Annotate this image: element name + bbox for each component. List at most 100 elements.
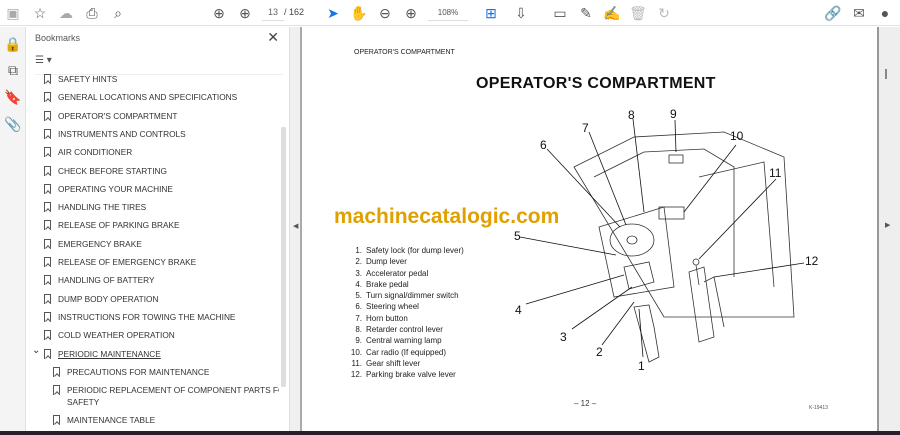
hand-tool-icon[interactable]: ✋ xyxy=(350,4,368,22)
bookmark-item[interactable]: AIR CONDITIONER xyxy=(27,143,277,161)
document-page: OPERATOR'S COMPARTMENT OPERATOR'S COMPAR… xyxy=(304,27,877,431)
account-icon[interactable]: ● xyxy=(876,4,894,22)
bookmark-label: HANDLING OF BATTERY xyxy=(58,275,155,286)
bookmark-label: PRECAUTIONS FOR MAINTENANCE xyxy=(67,366,210,377)
panel-scrollbar[interactable] xyxy=(281,127,286,387)
bookmark-item[interactable]: HANDLING OF BATTERY xyxy=(27,271,277,289)
comment-icon[interactable]: ▭ xyxy=(551,4,569,22)
part-number: 2. xyxy=(355,257,362,267)
search-icon[interactable]: ⌕ xyxy=(109,4,127,22)
bookmark-item[interactable]: PRECAUTIONS FOR MAINTENANCE xyxy=(27,363,277,381)
part-number: 12. xyxy=(350,370,362,380)
bookmark-icon xyxy=(44,311,51,322)
part-number: 5. xyxy=(355,291,362,301)
bookmark-label: SAFETY xyxy=(67,397,100,408)
part-name: Accelerator pedal xyxy=(366,268,429,278)
collapse-chevron-icon[interactable]: ⌄ xyxy=(32,342,40,360)
scroll-mode-icon[interactable]: ⇩ xyxy=(512,4,530,22)
part-item: 5. Turn signal/dimmer switch xyxy=(334,290,464,301)
bookmark-icon xyxy=(44,74,51,84)
part-name: Dump lever xyxy=(366,257,407,267)
part-name: Safety lock (for dump lever) xyxy=(366,246,464,255)
bookmark-item[interactable]: EMERGENCY BRAKE xyxy=(27,235,277,253)
redo-icon[interactable]: ↻ xyxy=(655,4,673,22)
part-item: 3. Accelerator pedal xyxy=(334,268,464,279)
part-number: 10. xyxy=(350,347,362,357)
total-pages: / 162 xyxy=(284,7,305,17)
next-page-icon[interactable]: ⊕ xyxy=(236,4,254,22)
bookmark-item[interactable]: RELEASE OF PARKING BRAKE xyxy=(27,216,277,234)
close-icon[interactable]: ✕ xyxy=(267,29,279,46)
bookmark-item[interactable]: GENERAL LOCATIONS AND SPECIFICATIONS xyxy=(27,88,277,106)
bookmark-icon xyxy=(44,348,51,359)
cloud-upload-icon[interactable]: ☁ xyxy=(57,4,75,22)
bookmark-item[interactable]: SAFETY HINTS xyxy=(27,72,277,88)
part-number: 11. xyxy=(351,358,362,368)
part-item: 10. Car radio (If equipped) xyxy=(334,347,464,358)
part-item: 9. Central warning lamp xyxy=(334,335,464,346)
page-number-input[interactable]: 13 xyxy=(262,4,284,21)
taskbar-strip xyxy=(0,431,900,435)
bookmark-item[interactable]: HANDLING THE TIRES xyxy=(27,198,277,216)
bookmark-icon xyxy=(44,293,51,304)
bookmark-item[interactable]: INSTRUCTIONS FOR TOWING THE MACHINE xyxy=(27,308,277,326)
bookmark-label: HANDLING THE TIRES xyxy=(58,202,147,213)
callout-10: 10 xyxy=(730,129,744,143)
bookmark-label: CHECK BEFORE STARTING xyxy=(58,165,167,176)
zoom-select[interactable]: 108% xyxy=(428,4,468,21)
bookmark-item[interactable]: MAINTENANCE TABLE xyxy=(27,411,277,429)
share-link-icon[interactable]: 🔗 xyxy=(824,4,842,22)
delete-icon[interactable]: 🗑 xyxy=(629,4,647,22)
bookmark-icon xyxy=(44,202,51,213)
bookmark-item[interactable]: RELEASE OF EMERGENCY BRAKE xyxy=(27,253,277,271)
bookmark-item[interactable]: PERIODIC REPLACEMENT OF COMPONENT PARTS … xyxy=(27,381,279,407)
collapse-arrow-icon[interactable]: ◀ xyxy=(293,222,298,230)
lock-icon[interactable]: 🔒 xyxy=(4,35,22,53)
part-number: 9. xyxy=(355,336,362,346)
fit-page-icon[interactable]: ⊞ xyxy=(482,4,500,22)
highlight-pen-icon[interactable]: ✎ xyxy=(577,4,595,22)
part-name: Central warning lamp xyxy=(366,336,442,346)
sign-icon[interactable]: ✍ xyxy=(603,4,621,22)
bookmark-icon xyxy=(53,366,60,377)
part-number: 1. xyxy=(355,246,362,255)
bookmark-item[interactable]: OPERATOR'S COMPARTMENT xyxy=(27,107,277,125)
prev-page-icon[interactable]: ⊕ xyxy=(210,4,228,22)
part-item: 6. Steering wheel xyxy=(334,301,464,312)
bookmark-label: OPERATING YOUR MACHINE xyxy=(58,183,173,194)
pages-icon[interactable]: ⧉ xyxy=(4,61,22,79)
zoom-in-icon[interactable]: ⊕ xyxy=(402,4,420,22)
bookmark-label: MAINTENANCE TABLE xyxy=(67,415,156,426)
callout-7: 7 xyxy=(582,121,589,135)
bookmark-label: EMERGENCY BRAKE xyxy=(58,238,142,249)
bookmark-icon[interactable]: 🔖 xyxy=(4,88,22,106)
save-icon[interactable]: ▣ xyxy=(4,4,22,22)
bookmark-item[interactable]: ⌄ PERIODIC MAINTENANCE xyxy=(27,345,277,363)
bookmark-icon xyxy=(44,257,51,267)
part-number: 7. xyxy=(355,313,362,323)
bookmark-label: COLD WEATHER OPERATION xyxy=(58,330,175,341)
bookmark-item[interactable]: OPERATING YOUR MACHINE xyxy=(27,180,277,198)
select-cursor-icon[interactable]: ➤ xyxy=(324,4,342,22)
bookmark-item[interactable]: COLD WEATHER OPERATION xyxy=(27,326,277,344)
email-icon[interactable]: ✉ xyxy=(850,4,868,22)
print-icon[interactable]: ⎙ xyxy=(83,4,101,22)
bookmark-icon xyxy=(44,220,51,231)
part-number: 8. xyxy=(355,325,362,335)
vertical-scrollbar[interactable]: ▶ xyxy=(877,27,900,431)
zoom-out-icon[interactable]: ⊖ xyxy=(376,4,394,22)
star-icon[interactable]: ☆ xyxy=(31,4,49,22)
attachment-icon[interactable]: 📎 xyxy=(4,115,22,133)
bookmark-icon xyxy=(44,330,51,341)
bookmark-icon xyxy=(44,165,51,176)
callout-5: 5 xyxy=(514,229,521,243)
bookmark-item[interactable]: CHECK BEFORE STARTING xyxy=(27,162,277,180)
bookmark-list: SAFETY HINTS GENERAL LOCATIONS AND SPECIF… xyxy=(27,72,279,430)
scroll-thumb[interactable] xyxy=(885,69,887,79)
bookmark-item[interactable]: INSTRUMENTS AND CONTROLS xyxy=(27,125,277,143)
bookmark-item[interactable]: DUMP BODY OPERATION xyxy=(27,290,277,308)
expand-arrow-icon[interactable]: ▶ xyxy=(885,221,890,229)
panel-splitter[interactable]: ◀ xyxy=(290,27,302,431)
bookmark-icon xyxy=(44,275,51,286)
part-name: Gear shift lever xyxy=(366,358,421,368)
